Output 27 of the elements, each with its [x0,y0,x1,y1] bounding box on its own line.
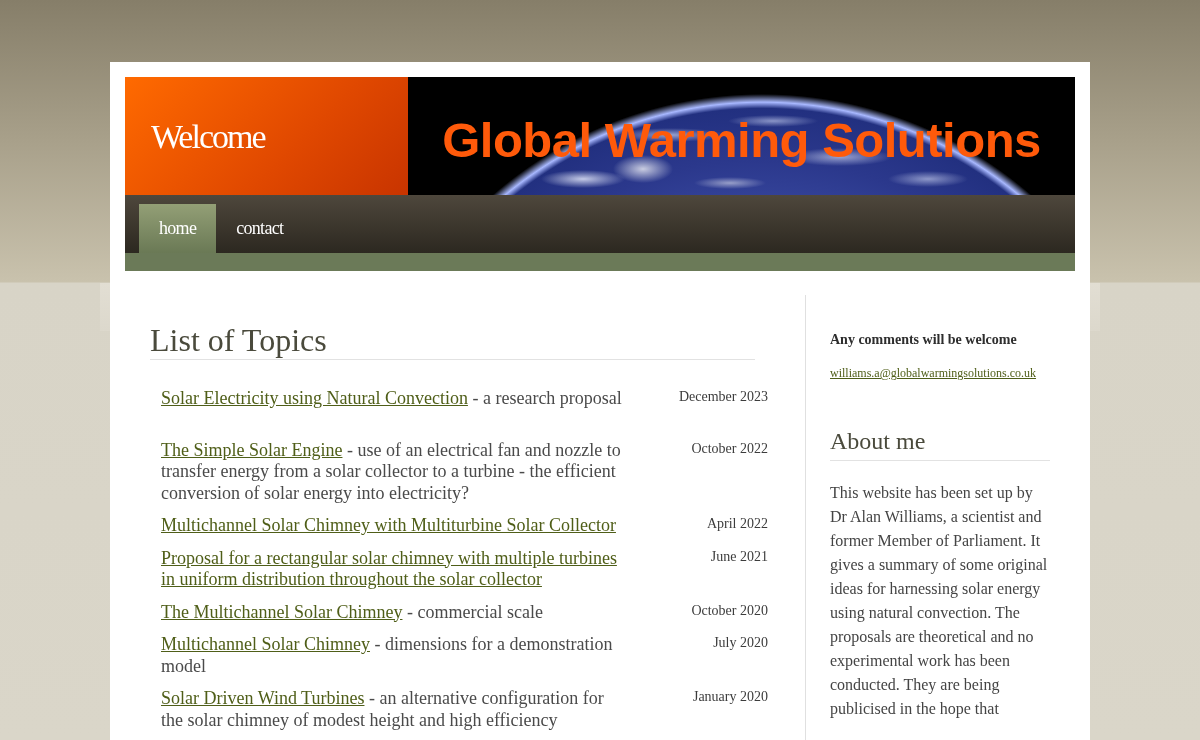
topic-date: October 2022 [691,439,768,458]
topic-link[interactable]: The Multichannel Solar Chimney [161,601,403,622]
topic-link[interactable]: Multichannel Solar Chimney [161,634,370,654]
topic-date: January 2020 [692,688,768,706]
topic-date: July 2020 [713,634,768,652]
topic-date: December 2023 [678,388,768,406]
comments-note: Any comments will be welcome [830,332,1018,348]
topic-link[interactable]: The Simple Solar Engine [161,439,343,460]
topics-heading: List of Topics [150,321,755,360]
email-link[interactable]: williams.a@globalwarmingsolutions.co.uk [830,366,1037,381]
topic-link[interactable]: Solar Driven Wind Turbines [161,688,365,708]
topic-date: June 2021 [710,547,768,566]
topic-date: April 2022 [706,515,768,533]
topic-summary: The Simple Solar Engine - use of an electrical fan and nozzle to transfer energy from a solar collector to a turbine - the efficient conversion of solar energy into electricity? [161,439,622,504]
about-text: This website has been set up by Dr Alan Williams, a scientist and former Member of Parliament. It gives a summary of some original ideas for harnessing solar energy using natural convection. The proposals are theoretical and no experimental work has been conducted. They are being publicised in the hope that [830,483,1049,720]
about-heading: About me [830,426,1050,461]
topic-summary: Solar Electricity using Natural Convection - a research proposal [161,388,623,410]
topic-summary: Solar Driven Wind Turbines - an alternative configuration for the solar chimney of modest height and high efficiency [161,688,605,731]
nav-tab[interactable]: contact [216,204,304,253]
nav-tab[interactable]: home [139,204,217,253]
topic-summary: Multichannel Solar Chimney - dimensions for a demonstration model [161,634,614,677]
topic-date: October 2020 [691,601,768,620]
topic-link[interactable]: Proposal for a rectangular solar chimney with multiple turbines in uniform distribution throughout the solar collector [161,547,623,591]
topic-summary: The Multichannel Solar Chimney - commercial scale [161,601,544,623]
welcome-title: Welcome [151,117,265,157]
topic-link[interactable]: Multichannel Solar Chimney with Multiturbine Solar Collector [161,515,623,537]
topic-link[interactable]: Solar Electricity using Natural Convection [161,388,468,408]
